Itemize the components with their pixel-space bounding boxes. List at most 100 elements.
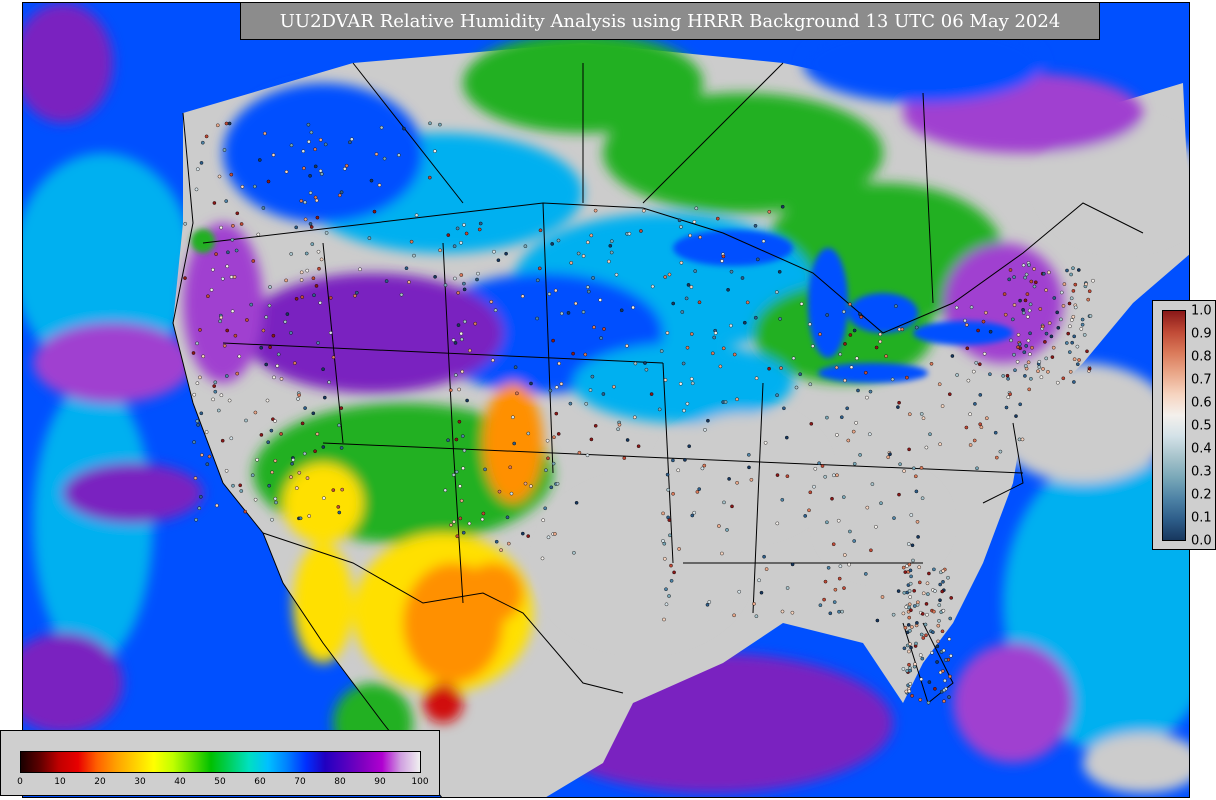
- station-dot: [358, 267, 362, 272]
- station-dot: [950, 354, 955, 358]
- qc-tick-label: 0.1: [1191, 510, 1212, 526]
- station-dot: [730, 504, 734, 509]
- station-dot: [318, 169, 323, 173]
- station-dot: [1023, 275, 1027, 280]
- station-dot: [536, 278, 540, 283]
- station-dot: [305, 268, 310, 273]
- station-dot: [907, 447, 911, 452]
- station-dot: [1041, 367, 1045, 371]
- station-dot: [921, 636, 926, 640]
- station-dot: [735, 397, 739, 402]
- station-dot: [845, 406, 850, 411]
- station-dot: [749, 477, 754, 482]
- station-dot: [589, 437, 594, 442]
- station-dot: [1017, 437, 1022, 442]
- station-dot: [550, 242, 555, 246]
- station-dot: [933, 589, 937, 593]
- station-dot: [1021, 263, 1026, 268]
- station-dot: [297, 393, 301, 397]
- station-dot: [313, 147, 317, 152]
- station-dot: [457, 419, 462, 424]
- station-dot: [902, 469, 906, 473]
- station-dot: [663, 275, 668, 279]
- station-dot: [453, 373, 458, 377]
- station-dot: [497, 489, 502, 494]
- station-dot: [446, 438, 450, 443]
- station-dot: [711, 351, 715, 356]
- station-dot: [219, 225, 223, 230]
- station-dot: [1072, 334, 1076, 339]
- station-dot: [452, 520, 456, 524]
- station-dot: [289, 252, 294, 256]
- station-dot: [1072, 380, 1076, 384]
- station-dot: [693, 269, 698, 273]
- station-dot: [473, 321, 478, 326]
- station-dot: [1012, 303, 1017, 307]
- station-dot: [1015, 359, 1020, 364]
- station-dot: [300, 421, 305, 426]
- station-dot: [551, 461, 556, 466]
- station-dot: [328, 296, 333, 300]
- station-dot: [491, 358, 495, 363]
- station-dot: [1072, 357, 1077, 362]
- station-dot: [923, 622, 928, 627]
- station-dot: [1068, 324, 1072, 329]
- station-dot: [1068, 350, 1072, 354]
- station-dot: [318, 300, 323, 305]
- humidity-map[interactable]: [23, 3, 1190, 798]
- station-dot: [545, 438, 550, 443]
- station-dot: [907, 602, 912, 607]
- station-dot: [619, 308, 624, 313]
- station-dot: [900, 327, 905, 332]
- station-dot: [201, 354, 205, 359]
- station-dot: [669, 579, 674, 583]
- station-dot: [453, 341, 458, 345]
- station-dot: [204, 430, 209, 434]
- station-dot: [290, 461, 294, 466]
- qc-tick-label: 0.6: [1191, 395, 1212, 411]
- station-dot: [955, 373, 959, 377]
- station-dot: [979, 425, 984, 430]
- station-dot: [460, 337, 464, 342]
- station-dot: [682, 408, 686, 413]
- station-dot: [842, 309, 846, 314]
- station-dot: [322, 496, 326, 500]
- station-dot: [577, 450, 582, 455]
- station-dot: [235, 211, 240, 216]
- station-dot: [907, 562, 912, 567]
- station-dot: [453, 276, 457, 281]
- station-dot: [865, 395, 869, 400]
- station-dot: [914, 641, 918, 646]
- rh-tick-label: 30: [134, 777, 146, 787]
- station-dot: [973, 402, 977, 406]
- station-dot: [622, 456, 627, 460]
- station-dot: [327, 380, 331, 385]
- station-dot: [723, 400, 728, 404]
- station-dot: [1039, 375, 1044, 380]
- station-dot: [289, 331, 293, 335]
- station-dot: [268, 285, 272, 289]
- station-dot: [875, 618, 880, 623]
- station-dot: [196, 423, 200, 427]
- station-dot: [1009, 338, 1013, 343]
- station-dot: [214, 252, 218, 256]
- station-dot: [705, 603, 710, 607]
- station-dot: [209, 288, 214, 292]
- station-dot: [664, 602, 669, 607]
- station-dot: [481, 511, 486, 516]
- station-dot: [492, 249, 496, 254]
- station-dot: [308, 173, 312, 178]
- map-frame[interactable]: [22, 2, 1190, 798]
- station-dot: [777, 269, 782, 274]
- station-dot: [1023, 374, 1027, 378]
- station-dot: [1034, 280, 1038, 285]
- station-dot: [526, 431, 531, 436]
- station-dot: [908, 629, 912, 633]
- station-dot: [266, 179, 271, 184]
- station-dot: [854, 420, 858, 425]
- station-dot: [892, 516, 896, 520]
- station-dot: [240, 184, 245, 189]
- station-dot: [702, 463, 707, 468]
- station-dot: [414, 213, 419, 217]
- station-dot: [256, 232, 261, 237]
